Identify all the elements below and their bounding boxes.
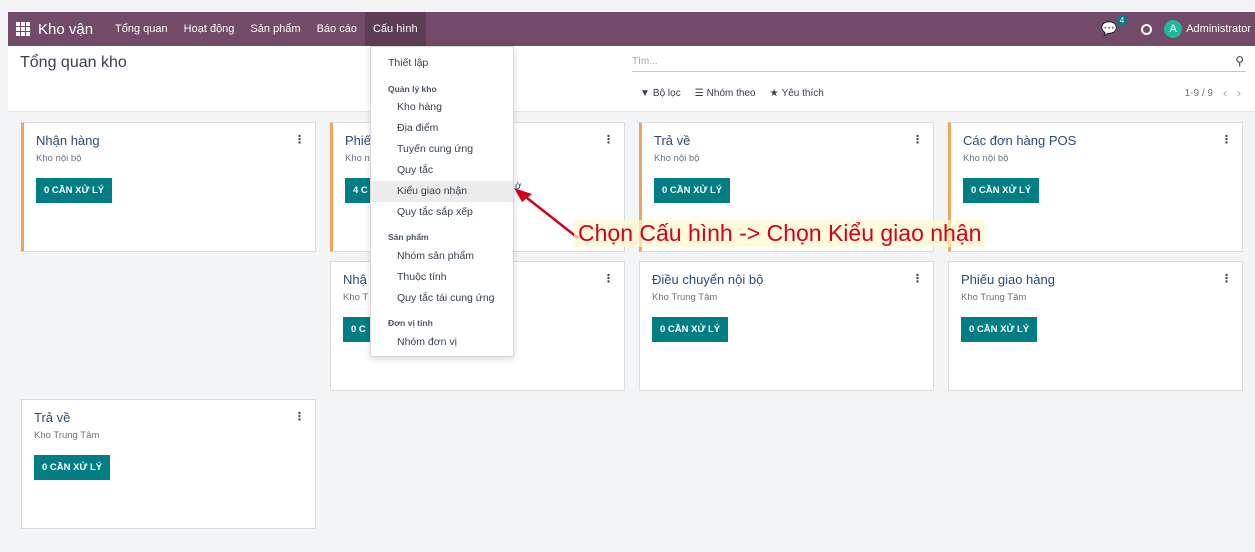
dropdown-item-product-categories[interactable]: Nhóm sản phẩm [397,250,474,262]
dropdown-item-putaway-rules[interactable]: Quy tắc sắp xếp [397,206,473,218]
layers-icon: ☰ [694,88,704,99]
filter-icon: ▼ [640,88,650,99]
card-pos-orders[interactable]: Các đơn hàng POS Kho nội bộ 0 CẦN XỬ LÝ … [948,122,1243,252]
app-brand[interactable]: Kho vận [38,21,93,38]
card-title[interactable]: Nhận hàng [36,133,100,148]
user-avatar[interactable]: A [1164,20,1183,38]
chevron-right-icon[interactable]: › [1237,86,1241,100]
card-receipts[interactable]: Nhận hàng Kho nội bộ 0 CẦN XỬ LÝ ⋮ [21,122,316,252]
activity-clock-icon[interactable] [1141,23,1153,35]
menu-products[interactable]: Sản phẩm [242,12,308,46]
dropdown-item-reorder-rules[interactable]: Quy tắc tái cung ứng [397,292,495,304]
card-delivery-orders[interactable]: Phiếu giao hàng Kho Trung Tâm 0 CẦN XỬ L… [948,261,1243,391]
top-navbar: Kho vận Tổng quan Hoạt động Sản phẩm Báo… [8,12,1255,46]
card-warehouse: Kho T [343,292,369,303]
kebab-menu-icon[interactable]: ⋮ [603,272,614,285]
kebab-menu-icon[interactable]: ⋮ [294,410,305,423]
card-todo-button[interactable]: 0 CẦN XỬ LÝ [963,178,1040,203]
card-todo-button[interactable]: 0 CẦN XỬ LÝ [36,178,113,203]
dropdown-section-products: Sản phẩm [388,232,429,242]
dropdown-item-warehouses[interactable]: Kho hàng [397,101,442,113]
card-warehouse: Kho Trung Tâm [961,292,1027,303]
card-todo-button[interactable]: 0 CẦN XỬ LÝ [652,317,729,342]
dropdown-item-routes[interactable]: Tuyến cung ứng [397,143,473,155]
card-title[interactable]: Nhậ [343,272,367,287]
kebab-menu-icon[interactable]: ⋮ [912,133,923,146]
favorites-button[interactable]: ★ Yêu thích [770,88,824,99]
menu-operations[interactable]: Hoạt động [176,12,243,46]
favorites-label: Yêu thích [781,88,824,99]
card-todo-button[interactable]: 0 CẦN XỬ LÝ [654,178,731,203]
group-by-button[interactable]: ☰ Nhóm theo [695,88,756,99]
dropdown-item-attributes[interactable]: Thuộc tính [397,271,447,283]
menu-configuration[interactable]: Cấu hình [364,12,426,46]
card-warehouse: Kho nội bộ [654,153,700,164]
dropdown-item-operation-types[interactable]: Kiểu giao nhận [397,185,467,197]
dropdown-item-locations[interactable]: Địa điểm [397,122,438,134]
card-warehouse: Kho Trung Tâm [652,292,718,303]
annotation-text: Chọn Cấu hình -> Chọn Kiểu giao nhận [574,220,986,247]
search-icon[interactable]: ⚲ [1235,54,1244,68]
card-returns-central[interactable]: Trả về Kho Trung Tâm 0 CẦN XỬ LÝ ⋮ [21,399,316,529]
card-warehouse: Kho Trung Tâm [34,430,100,441]
card-warehouse: Kho nội bộ [36,153,82,164]
card-todo-button[interactable]: 0 CẦN XỬ LÝ [961,317,1038,342]
page-title: Tổng quan kho [20,54,127,71]
configuration-dropdown: Thiết lập Quản lý kho Kho hàng Địa điểm … [370,46,514,357]
annotation-arrow [514,188,579,239]
card-warehouse: Kho n [345,153,370,164]
kebab-menu-icon[interactable]: ⋮ [912,272,923,285]
pager-value[interactable]: 1-9 / 9 [1185,88,1213,99]
card-title[interactable]: Phiếu giao hàng [961,272,1055,287]
user-name[interactable]: Administrator [1186,23,1251,35]
filter-label: Bộ lọc [652,88,681,99]
group-by-label: Nhóm theo [706,88,756,99]
search-placeholder: Tìm... [632,56,658,67]
card-title[interactable]: Các đơn hàng POS [963,133,1076,148]
card-todo-button[interactable]: 0 CẦN XỬ LÝ [34,455,111,480]
kebab-menu-icon[interactable]: ⋮ [1221,272,1232,285]
card-title[interactable]: Trả về [654,133,690,148]
chat-badge: 4 [1116,15,1128,26]
chevron-left-icon[interactable]: ‹ [1223,86,1227,100]
dropdown-item-rules[interactable]: Quy tắc [397,164,433,176]
card-title[interactable]: Điều chuyển nội bộ [652,272,763,287]
kebab-menu-icon[interactable]: ⋮ [1221,133,1232,146]
dropdown-item-setup[interactable]: Thiết lập [388,57,428,69]
card-internal-transfer[interactable]: Điều chuyển nội bộ Kho Trung Tâm 0 CẦN X… [639,261,934,391]
card-warehouse: Kho nội bộ [963,153,1009,164]
dropdown-section-uom: Đơn vị tính [388,318,433,328]
control-panel: Tổng quan kho Tìm... ⚲ ▼ Bộ lọc ☰ Nhóm the… [8,46,1255,112]
menu-overview[interactable]: Tổng quan [107,12,176,46]
menu-reporting[interactable]: Báo cáo [309,12,365,46]
chat-icon[interactable]: 💬 4 [1101,15,1128,37]
dropdown-item-uom-categories[interactable]: Nhóm đơn vị [397,336,457,348]
card-title[interactable]: Phiế [345,133,371,148]
kebab-menu-icon[interactable]: ⋮ [603,133,614,146]
kebab-menu-icon[interactable]: ⋮ [294,133,305,146]
star-icon: ★ [769,88,779,99]
apps-menu-icon[interactable] [16,22,30,36]
card-title[interactable]: Trả về [34,410,70,425]
search-input[interactable]: Tìm... ⚲ [632,52,1246,72]
filter-button[interactable]: ▼ Bộ lọc [640,88,681,99]
dropdown-section-warehouse: Quản lý kho [388,84,437,94]
